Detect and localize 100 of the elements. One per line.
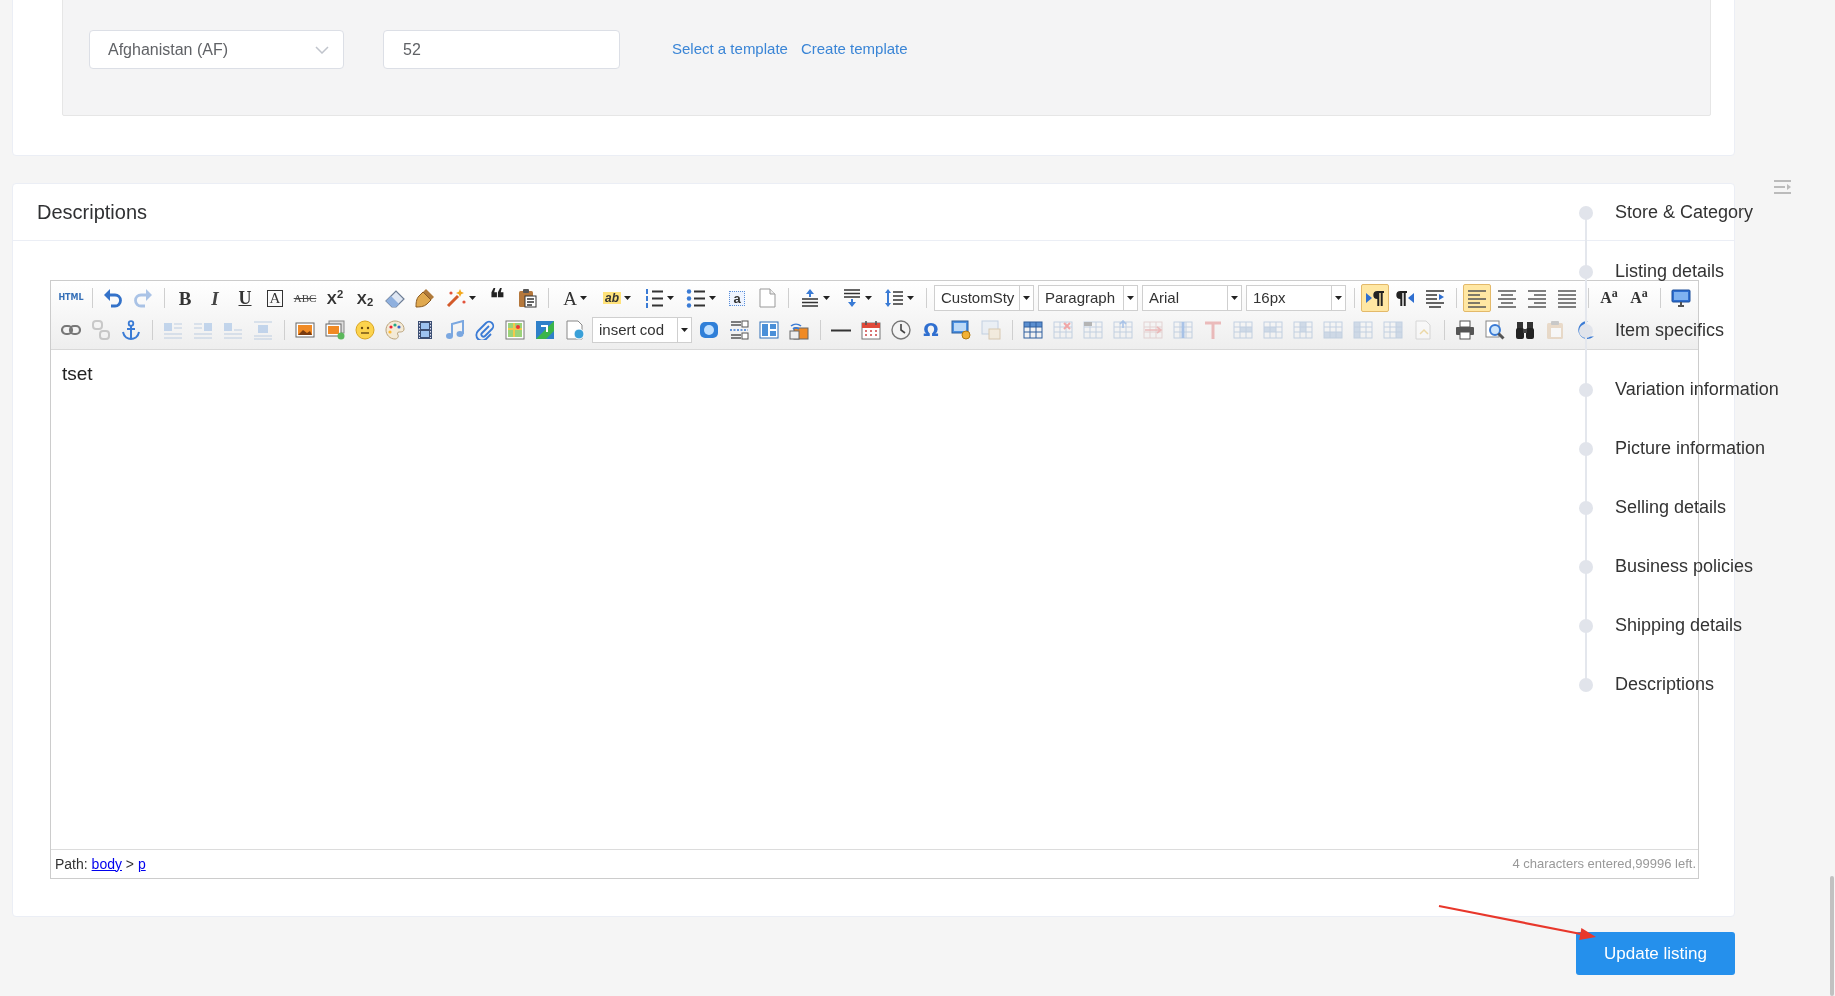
pilcrow-arrow-icon [1395, 288, 1415, 308]
insert-code-select[interactable]: insert cod [592, 317, 692, 343]
undo-icon [103, 288, 123, 308]
table-icon [1083, 320, 1103, 340]
select-all-button[interactable]: a [723, 284, 751, 312]
smiley-icon [355, 320, 375, 340]
section-nav-link[interactable]: Item specifics [1615, 317, 1725, 344]
section-nav-link[interactable]: Picture information [1615, 435, 1766, 462]
align-left-icon [1467, 288, 1487, 308]
path-link[interactable]: body [91, 855, 122, 872]
align-center-icon [1497, 288, 1517, 308]
chevron-down-icon [315, 45, 329, 54]
magic-wand-icon [446, 288, 466, 308]
table-icon [1323, 320, 1343, 340]
printer-icon [1455, 320, 1475, 340]
picture-page-icon [981, 320, 1001, 340]
list-icon [644, 288, 664, 308]
table-delete-icon [1053, 320, 1073, 340]
section-nav-link[interactable]: Business policies [1615, 553, 1754, 580]
section-nav-link[interactable]: Store & Category [1615, 199, 1754, 226]
pilcrow-arrow-icon [1365, 288, 1385, 308]
app-icon [699, 320, 719, 340]
special-character-button[interactable]: Ω [917, 316, 945, 344]
lines-arrow-down-icon [842, 288, 862, 308]
palette-icon [385, 320, 405, 340]
table-icon [1383, 320, 1403, 340]
section-nav-link[interactable]: Variation information [1615, 376, 1779, 403]
images-icon [325, 320, 345, 340]
element-path: Path: body > p [55, 854, 146, 874]
magnifier-icon [1485, 320, 1505, 340]
image-center-icon [253, 320, 273, 340]
table-icon [1233, 320, 1253, 340]
country-select[interactable]: Afghanistan (AF) [89, 30, 344, 69]
page-globe-icon [565, 320, 585, 340]
city-input[interactable]: 52 [383, 30, 620, 69]
font-size-select[interactable]: 16px [1246, 285, 1346, 311]
caret-icon [469, 296, 476, 300]
image-icon [295, 320, 315, 340]
table-icon [1023, 320, 1043, 340]
lowercase-button[interactable]: A$^{a}$ [1625, 284, 1653, 312]
page-break-icon [729, 320, 749, 340]
horizontal-line-icon [831, 328, 851, 332]
caret-icon [709, 296, 716, 300]
film-icon [415, 320, 435, 340]
t-bar-icon [1203, 320, 1223, 340]
section-title: Descriptions [37, 200, 148, 225]
music-note-icon [445, 320, 465, 340]
caret-icon [823, 296, 830, 300]
border-button[interactable]: A [261, 284, 289, 312]
eraser-icon [385, 288, 405, 308]
table-icon [1173, 320, 1193, 340]
map-icon [505, 320, 525, 340]
subscript-button[interactable]: X$_{2}$ [351, 284, 379, 312]
justify-icon [1557, 288, 1577, 308]
font-family-select[interactable]: Arial [1142, 285, 1242, 311]
section-nav-link[interactable]: Shipping details [1615, 612, 1743, 639]
editor-text[interactable]: tset [62, 362, 93, 386]
image-inline-icon [223, 320, 243, 340]
superscript-button[interactable]: X$^{2}$ [321, 284, 349, 312]
caret-icon [1231, 296, 1238, 300]
clipboard-icon [517, 288, 537, 308]
section-nav-link[interactable]: Selling details [1615, 494, 1727, 521]
image-left-icon [163, 320, 183, 340]
image-right-icon [193, 320, 213, 340]
section-nav-link[interactable]: Listing details [1615, 258, 1725, 285]
italic-button[interactable]: I [201, 284, 229, 312]
anchor-icon [121, 320, 141, 340]
page-icon [1413, 320, 1433, 340]
quote-button[interactable]: ❝ [483, 284, 511, 312]
calendar-icon [861, 320, 881, 340]
path-link[interactable]: p [137, 855, 146, 872]
template-link[interactable]: Create template [800, 38, 908, 61]
paperclip-icon [475, 320, 495, 340]
style-select[interactable]: CustomSty [934, 285, 1034, 311]
highlight-button[interactable]: ab [597, 284, 637, 312]
caret-icon [579, 296, 587, 300]
uppercase-button[interactable]: A$^{a}$ [1595, 284, 1623, 312]
map-tile-icon [535, 320, 555, 340]
source-button[interactable]: HTML [57, 284, 85, 312]
bold-button[interactable]: B [171, 284, 199, 312]
paragraph-format-select[interactable]: Paragraph [1038, 285, 1138, 311]
table-arrow-icon [1113, 320, 1133, 340]
caret-icon [667, 296, 674, 300]
strikethrough-button[interactable]: ABC [291, 284, 319, 312]
align-left-button[interactable] [1463, 284, 1491, 312]
page-icon [757, 288, 777, 308]
caret-icon [624, 296, 631, 300]
left-to-right-button[interactable] [1361, 284, 1389, 312]
clock-icon [891, 320, 911, 340]
underline-button[interactable]: U [231, 284, 259, 312]
caret-icon [1127, 296, 1134, 300]
scrollbar-thumb[interactable] [1830, 876, 1834, 996]
template-link[interactable]: Select a template [672, 38, 788, 61]
font-color-button[interactable]: A [555, 284, 595, 312]
character-count: 4 characters entered,99996 left. [1512, 855, 1696, 874]
brush-icon [415, 288, 435, 308]
line-height-icon [884, 288, 904, 308]
caret-icon [865, 296, 872, 300]
redo-icon [133, 288, 153, 308]
section-nav-link[interactable]: Descriptions [1615, 671, 1715, 698]
